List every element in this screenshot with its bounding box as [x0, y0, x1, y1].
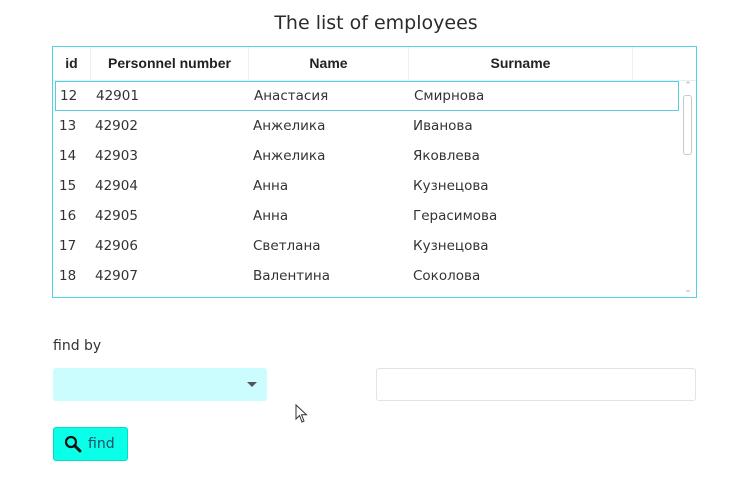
column-header-surname[interactable]: Surname	[409, 47, 633, 80]
cell-surname: Герасимова	[413, 208, 498, 224]
cell-surname: Кузнецова	[413, 178, 489, 194]
cell-id: 18	[59, 268, 77, 284]
cell-personnel-number: 42901	[96, 88, 139, 104]
find-by-select[interactable]	[53, 368, 267, 401]
chevron-down-icon[interactable]: ⌄	[683, 285, 693, 295]
find-button[interactable]: find	[53, 427, 128, 461]
cell-personnel-number: 42906	[95, 238, 138, 254]
cell-surname: Кузнецова	[413, 238, 489, 254]
cell-name: Анна	[253, 208, 289, 224]
scrollbar-thumb[interactable]	[683, 95, 692, 155]
employees-table[interactable]: id Personnel number Name Surname 12 4290…	[52, 46, 697, 298]
find-button-label: find	[88, 436, 115, 452]
cell-personnel-number: 42903	[95, 148, 138, 164]
cell-id: 13	[59, 118, 77, 134]
cell-id: 12	[60, 88, 78, 104]
cell-name: Светлана	[253, 238, 321, 254]
cell-surname: Соколова	[413, 268, 481, 284]
column-header-name[interactable]: Name	[249, 47, 409, 80]
chevron-up-icon[interactable]: ⌃	[683, 81, 693, 91]
mouse-cursor-icon	[295, 404, 308, 423]
find-by-label: find by	[53, 338, 102, 354]
column-header-filler	[633, 47, 696, 80]
dropdown-arrow-icon[interactable]	[247, 382, 257, 387]
table-body: 12 42901 Анастасия Смирнова 13 42902 Анж…	[53, 81, 681, 291]
column-header-personnel-number[interactable]: Personnel number	[91, 47, 249, 80]
cell-surname: Иванова	[413, 118, 473, 134]
table-row[interactable]: 14 42903 Анжелика Яковлева	[53, 141, 681, 171]
table-row[interactable]: 16 42905 Анна Герасимова	[53, 201, 681, 231]
table-scrollbar[interactable]: ⌃ ⌄	[681, 81, 695, 295]
table-row[interactable]: 12 42901 Анастасия Смирнова	[55, 81, 679, 111]
cell-id: 17	[59, 238, 77, 254]
cell-id: 14	[59, 148, 77, 164]
column-header-id[interactable]: id	[53, 47, 91, 80]
cell-personnel-number: 42904	[95, 178, 138, 194]
search-icon	[64, 435, 82, 453]
cell-id: 16	[59, 208, 77, 224]
cell-name: Анна	[253, 178, 289, 194]
cell-surname: Смирнова	[414, 88, 485, 104]
cell-name: Анастасия	[254, 88, 329, 104]
table-header: id Personnel number Name Surname	[53, 47, 696, 81]
table-row[interactable]: 15 42904 Анна Кузнецова	[53, 171, 681, 201]
cell-personnel-number: 42907	[95, 268, 138, 284]
cell-name: Анжелика	[253, 148, 326, 164]
table-row[interactable]: 18 42907 Валентина Соколова	[53, 261, 681, 291]
cell-name: Валентина	[253, 268, 331, 284]
table-row[interactable]: 17 42906 Светлана Кузнецова	[53, 231, 681, 261]
cell-personnel-number: 42905	[95, 208, 138, 224]
cell-personnel-number: 42902	[95, 118, 138, 134]
page-title: The list of employees	[274, 12, 478, 34]
cell-name: Анжелика	[253, 118, 326, 134]
cell-surname: Яковлева	[413, 148, 480, 164]
search-input[interactable]	[376, 368, 696, 401]
table-row[interactable]: 13 42902 Анжелика Иванова	[53, 111, 681, 141]
cell-id: 15	[59, 178, 77, 194]
